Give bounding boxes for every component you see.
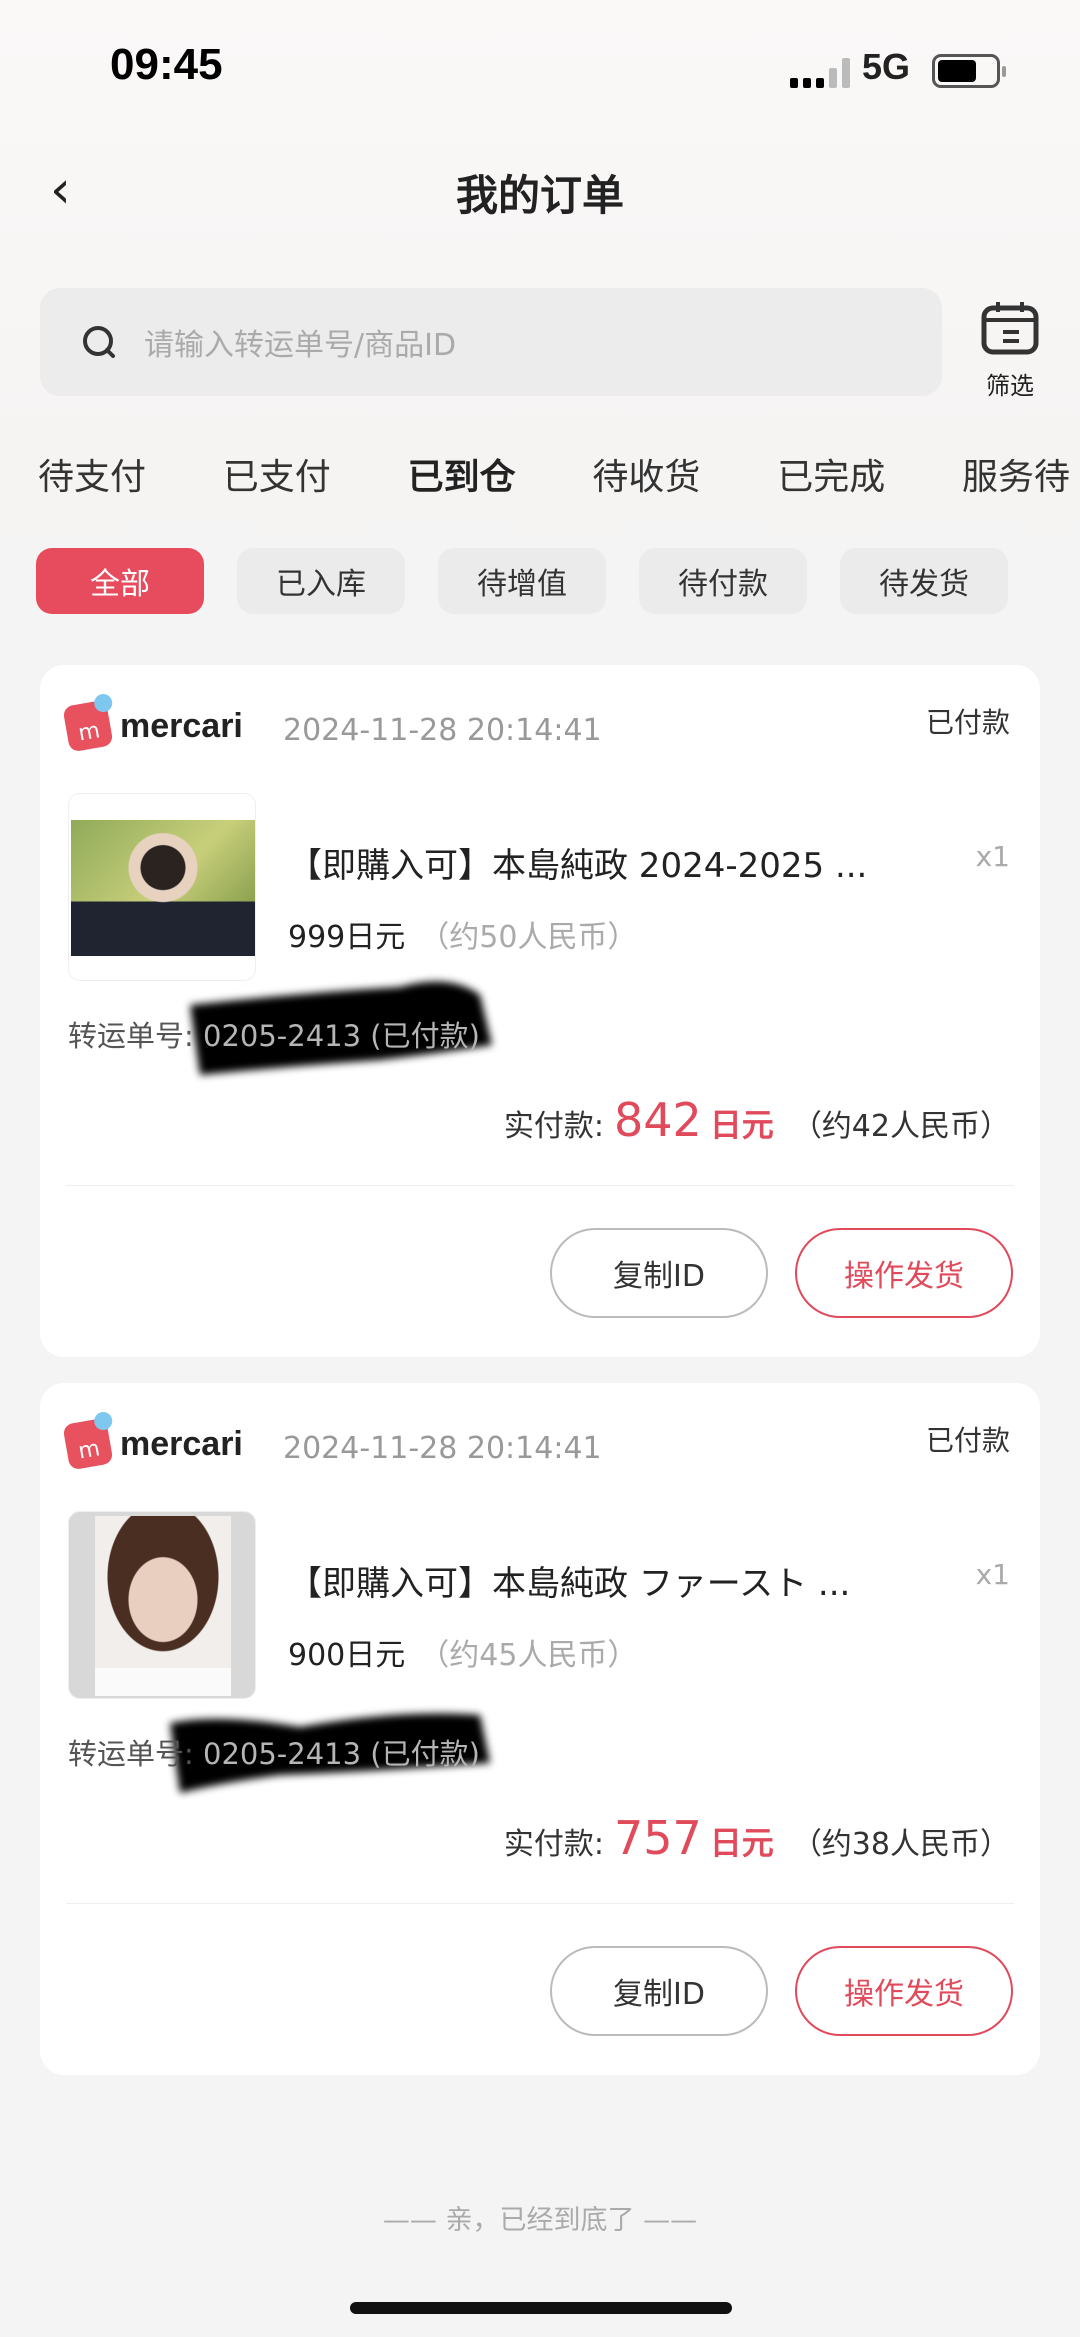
order-card: m mercari 2024-11-28 20:14:41 已付款 【即購入可】本… (40, 1383, 1040, 2075)
divider (66, 1903, 1014, 1904)
tracking-number: 转运单号: 0205-2413 (已付款) (68, 1019, 480, 1053)
order-tabs: 待支付 已支付 已到仓 待收货 已完成 服务待 (38, 448, 1078, 506)
product-price: 900日元 （约45人民币） (288, 1638, 638, 1673)
ship-button[interactable]: 操作发货 (795, 1228, 1013, 1318)
copy-id-button[interactable]: 复制ID (550, 1228, 768, 1318)
filter-label: 筛选 (986, 372, 1034, 400)
tab-pending-payment[interactable]: 待支付 (38, 448, 146, 500)
tab-completed[interactable]: 已完成 (777, 448, 885, 500)
order-date: 2024-11-28 20:14:41 (283, 713, 602, 748)
total-paid: 实付款: 757 日元 （约38人民币） (503, 1811, 1010, 1865)
tracking-status: (已付款) (370, 1737, 480, 1771)
battery-icon (932, 54, 1006, 88)
product-title[interactable]: 【即購入可】本島純政 2024-2025 ... (288, 838, 867, 887)
filter-button[interactable]: 筛选 (975, 300, 1045, 401)
page-title: 我的订单 (455, 171, 624, 220)
order-status: 已付款 (925, 706, 1010, 739)
tab-paid[interactable]: 已支付 (223, 448, 331, 500)
order-date: 2024-11-28 20:14:41 (283, 1431, 602, 1466)
product-image[interactable] (68, 793, 256, 981)
chip-all[interactable]: 全部 (36, 548, 204, 614)
signal-icon (790, 58, 850, 88)
search-input[interactable]: 请输入转运单号/商品ID (40, 288, 942, 396)
order-status: 已付款 (925, 1424, 1010, 1457)
copy-id-button[interactable]: 复制ID (550, 1946, 768, 2036)
mercari-logo: m mercari (62, 699, 243, 753)
chip-stored[interactable]: 已入库 (237, 548, 405, 614)
end-of-list-text: —— 亲，已经到底了 —— (382, 2205, 698, 2236)
calendar-filter-icon (981, 302, 1039, 355)
divider (66, 1185, 1014, 1186)
tab-arrived-warehouse[interactable]: 已到仓 (407, 448, 516, 506)
search-placeholder: 请输入转运单号/商品ID (144, 328, 457, 363)
chip-to-ship[interactable]: 待发货 (840, 548, 1008, 614)
tab-pending-receipt[interactable]: 待收货 (592, 448, 700, 500)
home-indicator[interactable] (350, 2302, 732, 2314)
ship-button[interactable]: 操作发货 (795, 1946, 1013, 2036)
mercari-logo: m mercari (62, 1417, 243, 1471)
tab-service[interactable]: 服务待 (962, 448, 1070, 500)
total-paid: 实付款: 842 日元 （约42人民币） (503, 1093, 1010, 1147)
tracking-number: 转运单号: 0205-2413 (已付款) (68, 1737, 480, 1771)
filter-chips: 全部 已入库 待增值 待付款 待发货 (36, 548, 1008, 614)
tracking-status: (已付款) (370, 1019, 480, 1053)
product-title[interactable]: 【即購入可】本島純政 ファースト ... (288, 1556, 850, 1605)
search-icon (83, 326, 115, 358)
product-quantity: x1 (975, 840, 1010, 873)
product-price: 999日元 （约50人民币） (288, 920, 638, 955)
order-card: m mercari 2024-11-28 20:14:41 已付款 【即購入可】本… (40, 665, 1040, 1357)
product-image[interactable] (68, 1511, 256, 1699)
product-quantity: x1 (975, 1558, 1010, 1591)
chip-to-pay[interactable]: 待付款 (639, 548, 807, 614)
status-time: 09:45 (110, 40, 223, 89)
network-type: 5G (862, 46, 911, 87)
chip-value-added[interactable]: 待增值 (438, 548, 606, 614)
